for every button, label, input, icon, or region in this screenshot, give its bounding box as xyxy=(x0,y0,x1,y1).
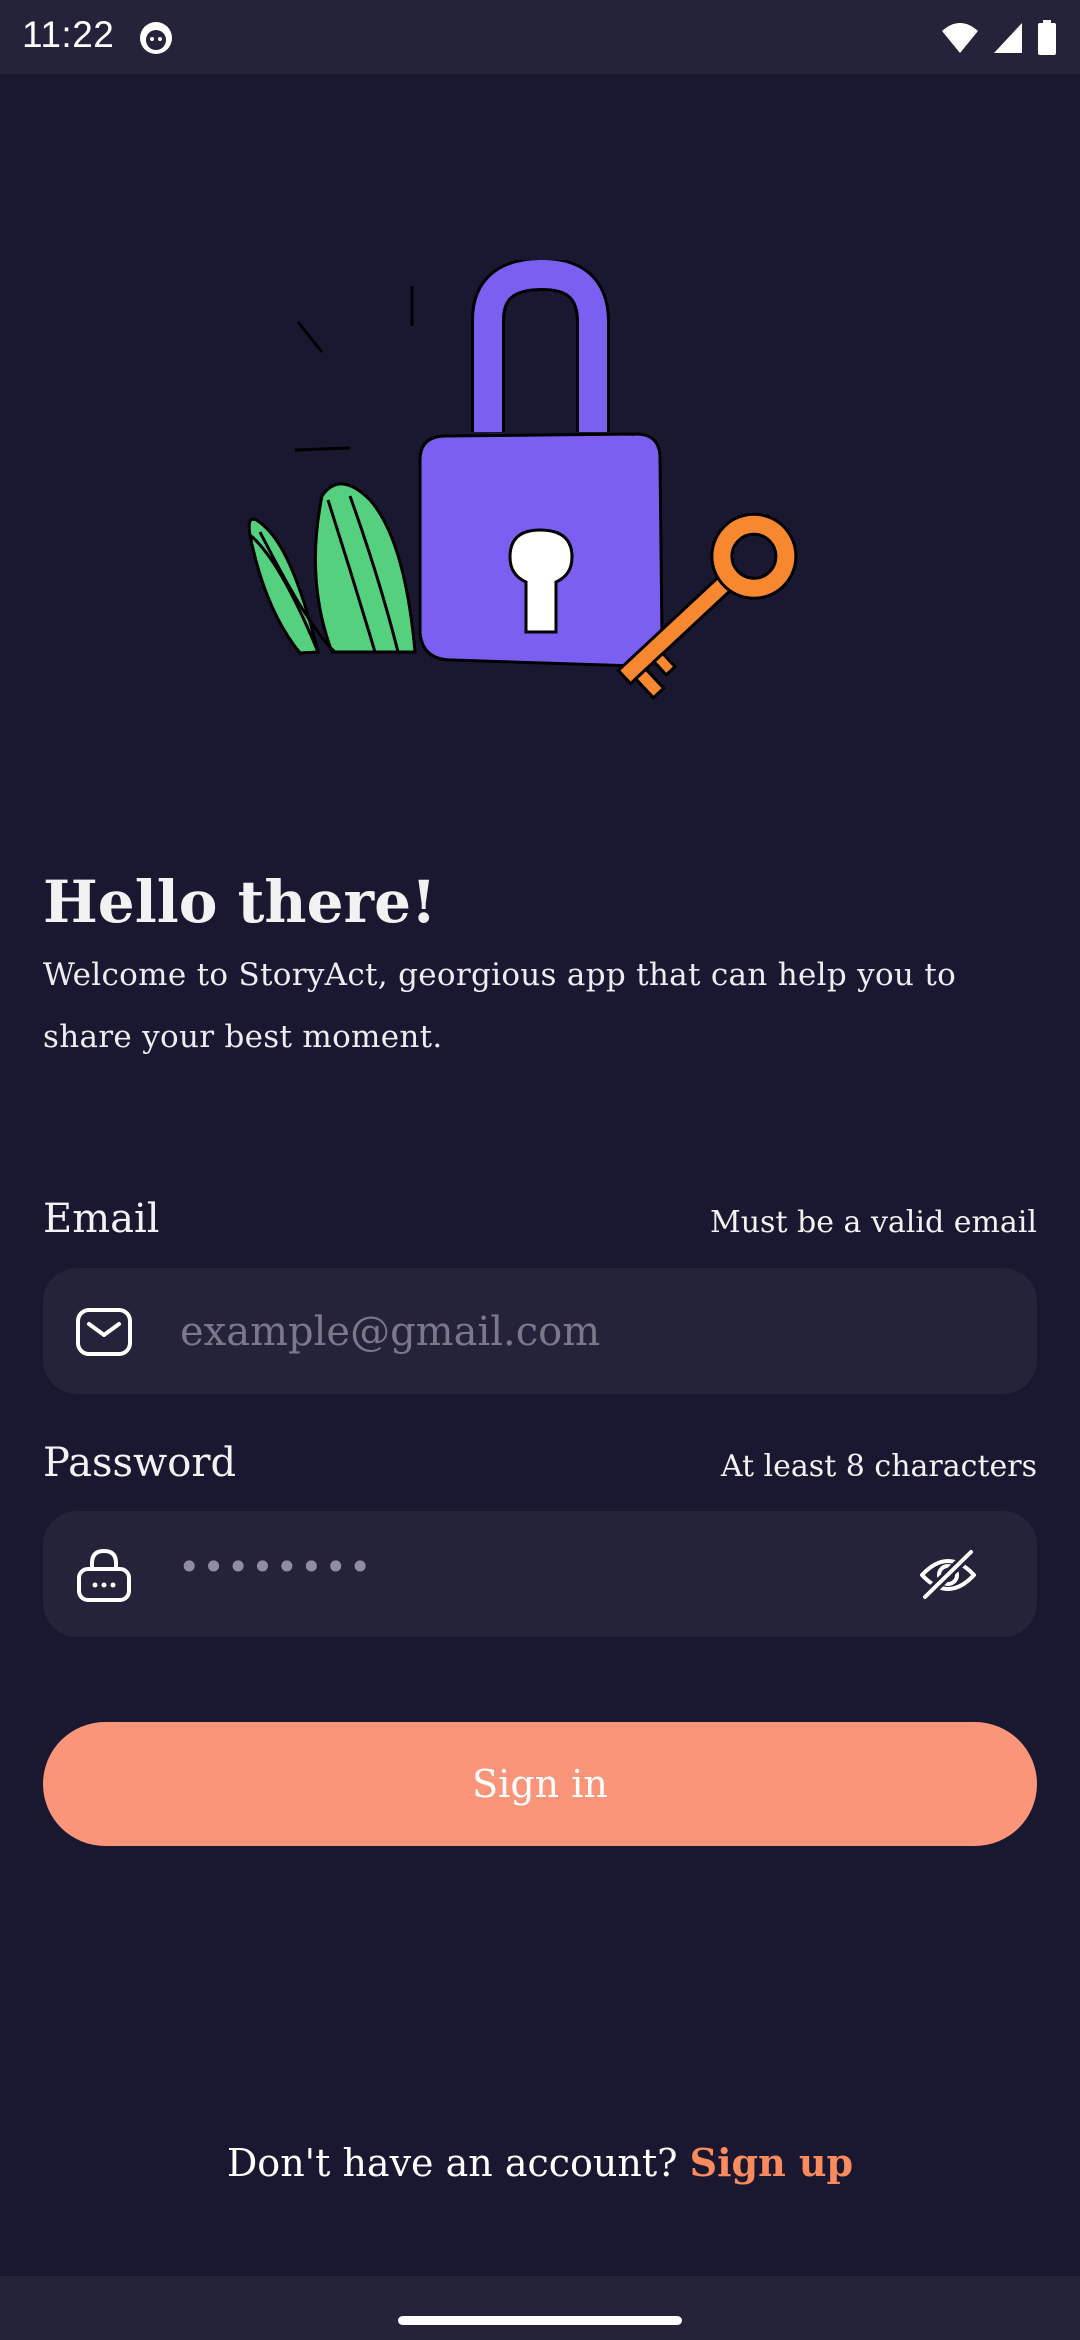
signup-prompt: Don't have an account? Sign up xyxy=(0,2140,1080,2185)
lock-key-illustration xyxy=(247,260,798,700)
navigation-bar xyxy=(0,2276,1080,2340)
sign-up-link[interactable]: Sign up xyxy=(690,2140,854,2185)
password-label: Password xyxy=(43,1440,237,1486)
password-field[interactable]: •••••••• xyxy=(43,1511,1037,1637)
lock-icon xyxy=(77,1548,131,1602)
sign-in-button[interactable]: Sign in xyxy=(43,1722,1037,1846)
welcome-subtitle: Welcome to StoryAct, georgious app that … xyxy=(43,957,957,1055)
status-time: 11:22 xyxy=(22,14,115,55)
email-input[interactable] xyxy=(178,1296,902,1368)
app-notification-icon xyxy=(140,22,172,54)
email-hint: Must be a valid email xyxy=(710,1205,1037,1240)
mail-icon xyxy=(76,1308,132,1356)
email-field[interactable] xyxy=(43,1268,1037,1394)
status-icons xyxy=(940,18,1058,58)
eye-off-icon[interactable] xyxy=(917,1547,979,1603)
status-bar: 11:22 xyxy=(0,0,1080,74)
password-hint: At least 8 characters xyxy=(720,1449,1037,1484)
wifi-icon xyxy=(942,23,978,53)
password-input[interactable]: •••••••• xyxy=(178,1545,373,1589)
email-label: Email xyxy=(43,1196,160,1242)
signup-prompt-text: Don't have an account? xyxy=(226,2141,678,2185)
battery-icon xyxy=(1038,20,1056,55)
home-indicator[interactable] xyxy=(398,2316,682,2325)
cell-signal-icon xyxy=(994,23,1022,53)
welcome-title: Hello there! xyxy=(43,868,437,936)
